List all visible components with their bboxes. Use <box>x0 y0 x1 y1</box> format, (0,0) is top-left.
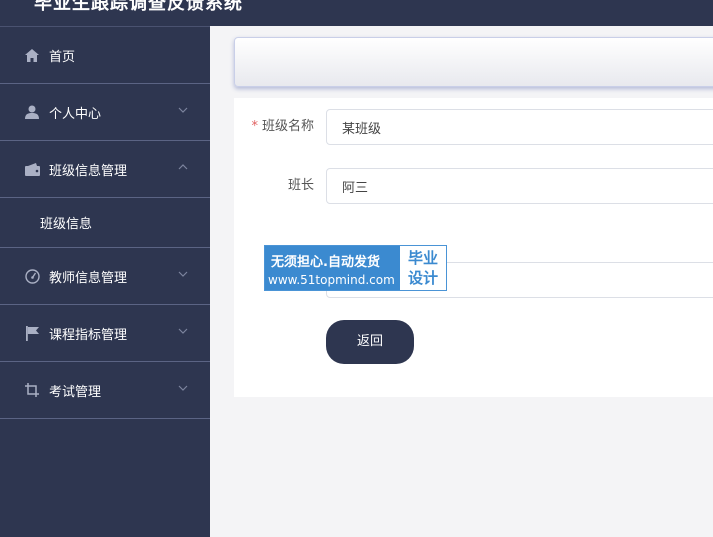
sidebar-item-label: 班级信息管理 <box>49 163 128 179</box>
watermark-slogan: 无须担心.自动发货 <box>271 255 380 270</box>
sidebar-item-exam[interactable]: 考试管理 <box>0 362 210 419</box>
sidebar-item-label: 教师信息管理 <box>49 270 128 286</box>
class-name-label: * 班级名称 <box>251 109 314 145</box>
back-button[interactable]: 返回 <box>326 320 414 364</box>
top-bar: 毕业生跟踪调查反馈系统 <box>0 0 713 26</box>
sidebar-item-class-info[interactable]: 班级信息管理 <box>0 141 210 198</box>
monitor-label: 班长 <box>287 178 314 193</box>
sidebar-item-home[interactable]: 首页 <box>0 27 210 84</box>
form-row-monitor: 班长 <box>234 168 713 204</box>
sidebar-item-profile[interactable]: 个人中心 <box>0 84 210 141</box>
watermark-right-line2: 设计 <box>407 269 438 287</box>
wallet-icon <box>24 161 40 177</box>
sidebar-item-teacher-info[interactable]: 教师信息管理 <box>0 248 210 305</box>
class-name-input[interactable] <box>326 109 713 145</box>
breadcrumb <box>234 37 713 87</box>
sidebar-subitem-class-info[interactable]: 班级信息 <box>0 198 210 248</box>
required-mark: * <box>251 119 258 134</box>
app-title: 毕业生跟踪调查反馈系统 <box>34 0 243 14</box>
sidebar-item-label: 首页 <box>49 49 76 65</box>
gauge-icon <box>24 268 40 284</box>
sidebar-subitem-label: 班级信息 <box>40 217 93 232</box>
class-name-label-text: 班级名称 <box>261 119 314 134</box>
chevron-down-icon <box>178 107 188 113</box>
watermark-left: 无须担心.自动发货 www.51topmind.com <box>265 246 400 290</box>
sidebar-item-course-indicator[interactable]: 课程指标管理 <box>0 305 210 362</box>
sidebar-item-label: 课程指标管理 <box>49 327 128 343</box>
crop-icon <box>24 382 40 398</box>
watermark-right: 毕业 设计 <box>400 246 446 290</box>
chevron-down-icon <box>178 271 188 277</box>
chevron-up-icon <box>178 164 188 170</box>
watermark-url: www.51topmind.com <box>268 273 395 287</box>
watermark-right-line1: 毕业 <box>407 249 438 267</box>
user-icon <box>24 104 40 120</box>
monitor-input[interactable] <box>326 168 713 204</box>
flag-icon <box>24 325 40 341</box>
sidebar-item-label: 个人中心 <box>49 106 102 122</box>
home-icon <box>24 47 40 63</box>
chevron-down-icon <box>178 328 188 334</box>
chevron-down-icon <box>178 385 188 391</box>
sidebar-item-label: 考试管理 <box>49 384 102 400</box>
watermark-logo: 无须担心.自动发货 www.51topmind.com 毕业 设计 <box>264 245 447 291</box>
sidebar: 首页 个人中心 班级信息管理 班级信息 教师信息管理 课程指标管理 考试管理 <box>0 26 210 537</box>
form-row-class-name: * 班级名称 <box>234 109 713 145</box>
